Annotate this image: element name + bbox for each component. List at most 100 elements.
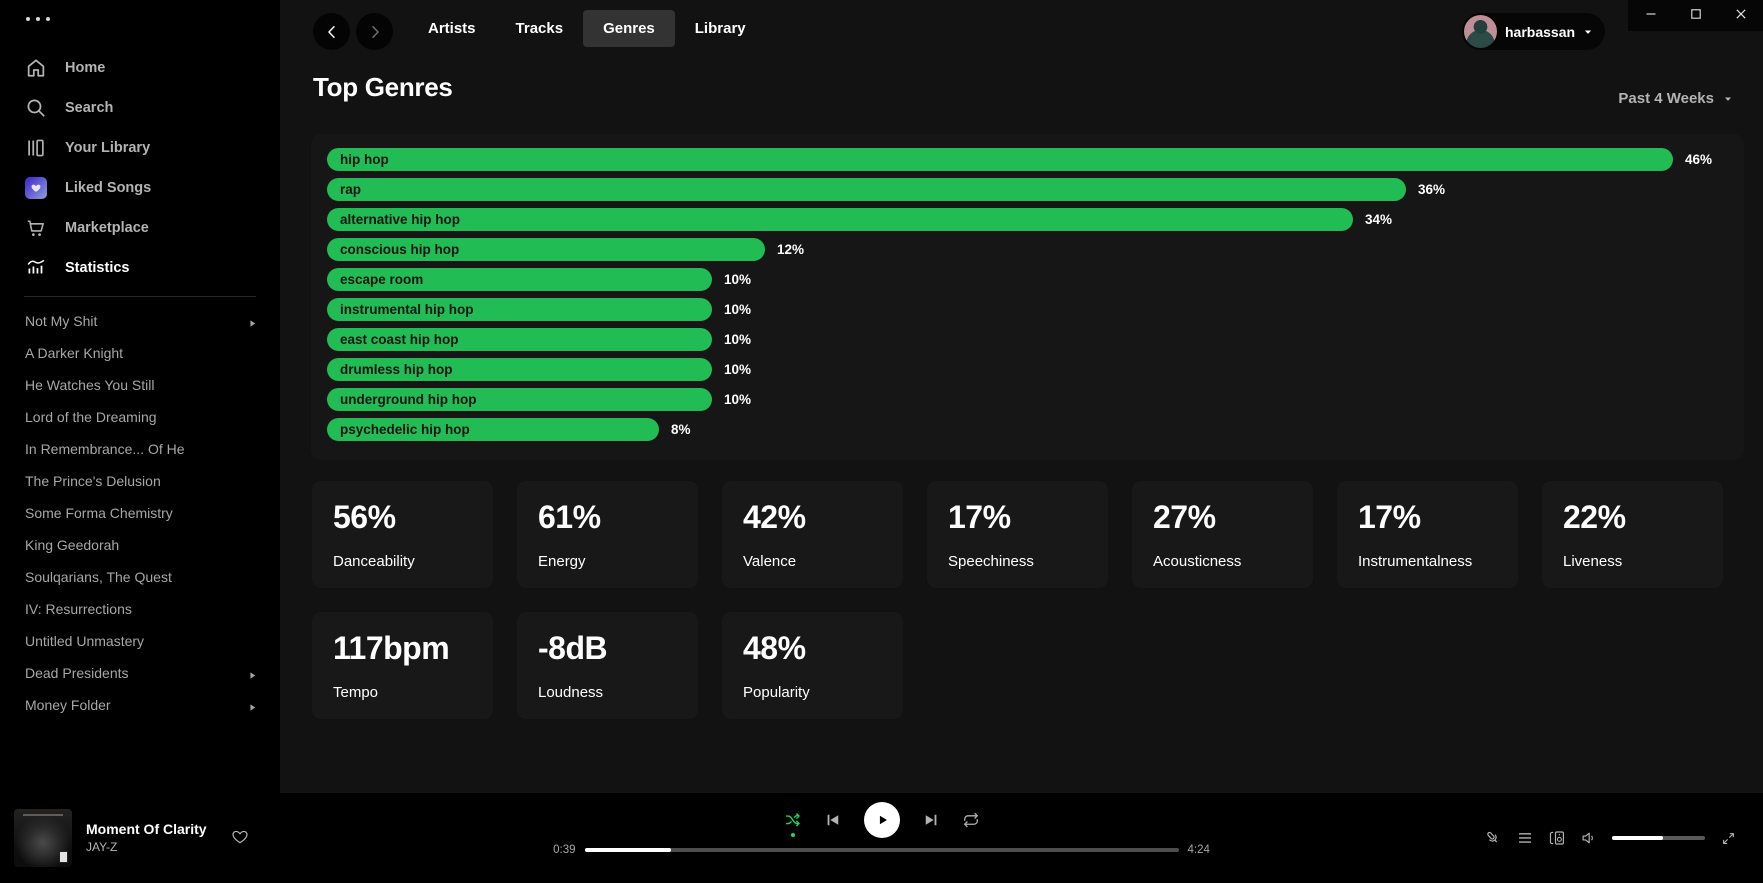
stat-value: 56% (333, 499, 472, 536)
chart-bar-row: hip hop 46% (327, 148, 1728, 171)
now-playing-title[interactable]: Moment Of Clarity (86, 821, 207, 837)
sidebar-item-liked-songs[interactable]: Liked Songs (0, 168, 280, 208)
tab-genres[interactable]: Genres (583, 10, 675, 47)
genre-percent: 46% (1685, 152, 1712, 167)
genre-label: instrumental hip hop (340, 302, 474, 317)
close-button[interactable] (1726, 5, 1756, 27)
tab-artists[interactable]: Artists (408, 10, 496, 47)
minimize-button[interactable] (1636, 5, 1666, 27)
like-track-button[interactable] (231, 828, 249, 846)
repeat-button[interactable] (962, 811, 980, 829)
genres-bar-chart: hip hop 46% rap 36% alternative hip hop34% co… (311, 134, 1744, 460)
sidebar-item-marketplace[interactable]: Marketplace (0, 208, 280, 248)
stat-label: Danceability (333, 553, 472, 570)
stat-value: 48% (743, 630, 882, 667)
playlist-item-untitled-unmastery[interactable]: Untitled Unmastery (0, 625, 280, 657)
genre-bar: hip hop (327, 148, 1673, 171)
genre-bar: rap (327, 178, 1406, 201)
playlist-label: The Prince's Delusion (25, 473, 161, 489)
shuffle-button[interactable] (784, 811, 802, 829)
chart-bar-row: drumless hip hop 10% (327, 358, 1728, 381)
genre-bar: escape room (327, 268, 712, 291)
genre-percent: 36% (1418, 182, 1445, 197)
stat-value: 27% (1153, 499, 1292, 536)
cart-icon (25, 217, 47, 239)
playlist-item-in-remembrance-of-he[interactable]: In Remembrance... Of He (0, 433, 280, 465)
volume-button[interactable] (1580, 829, 1598, 847)
maximize-button[interactable] (1681, 5, 1711, 27)
back-button[interactable] (313, 13, 350, 50)
genre-label: drumless hip hop (340, 362, 453, 377)
heart-icon (231, 828, 249, 846)
now-playing-artist[interactable]: JAY-Z (86, 840, 117, 854)
playlist-item-dead-presidents[interactable]: Dead Presidents (0, 657, 280, 689)
sidebar-item-your-library[interactable]: Your Library (0, 128, 280, 168)
playlist-label: IV: Resurrections (25, 601, 132, 617)
playlist-item-iv-resurrections[interactable]: IV: Resurrections (0, 593, 280, 625)
sidebar-item-home[interactable]: Home (0, 48, 280, 88)
playlist-label: A Darker Knight (25, 345, 123, 361)
time-range-dropdown[interactable]: Past 4 Weeks (1618, 90, 1733, 107)
connect-device-button[interactable] (1548, 829, 1566, 847)
playlist-label: He Watches You Still (25, 377, 154, 393)
user-menu[interactable]: harbassan (1462, 13, 1605, 50)
chart-bar-row: rap 36% (327, 178, 1728, 201)
playlist-item-king-geedorah[interactable]: King Geedorah (0, 529, 280, 561)
playlist-label: Some Forma Chemistry (25, 505, 173, 521)
stat-card-popularity: 48%Popularity (722, 612, 903, 719)
tab-tracks[interactable]: Tracks (496, 10, 584, 47)
genre-percent: 10% (724, 362, 751, 377)
genre-label: psychedelic hip hop (340, 422, 470, 437)
stat-value: 17% (948, 499, 1087, 536)
playlist-item-lord-of-the-dreaming[interactable]: Lord of the Dreaming (0, 401, 280, 433)
genre-label: east coast hip hop (340, 332, 459, 347)
sidebar: HomeSearchYour LibraryLiked SongsMarketp… (0, 0, 280, 793)
queue-button[interactable] (1516, 829, 1534, 847)
stat-label: Energy (538, 553, 677, 570)
stat-value: -8dB (538, 630, 677, 667)
lyrics-mic-button[interactable] (1484, 829, 1502, 847)
chart-bar-row: psychedelic hip hop 8% (327, 418, 1728, 441)
fullscreen-button[interactable] (1719, 829, 1737, 847)
chart-bar-row: underground hip hop10% (327, 388, 1728, 411)
genre-bar: conscious hip hop (327, 238, 765, 261)
playlist-item-not-my-shit[interactable]: Not My Shit (0, 305, 280, 337)
folder-expand-icon (247, 316, 258, 327)
tab-library[interactable]: Library (675, 10, 766, 47)
shuffle-icon (784, 811, 802, 829)
stat-card-valence: 42%Valence (722, 481, 903, 588)
next-button[interactable] (922, 811, 940, 829)
forward-button[interactable] (356, 13, 393, 50)
playlist-item-some-forma-chemistry[interactable]: Some Forma Chemistry (0, 497, 280, 529)
stat-label: Valence (743, 553, 882, 570)
app-menu-icon[interactable] (26, 17, 50, 21)
playlist-item-money-folder[interactable]: Money Folder (0, 689, 280, 721)
volume-slider[interactable] (1612, 836, 1705, 840)
previous-button[interactable] (824, 811, 842, 829)
stat-value: 17% (1358, 499, 1497, 536)
sidebar-item-search[interactable]: Search (0, 88, 280, 128)
sidebar-item-statistics[interactable]: Statistics (0, 248, 280, 288)
genre-label: hip hop (340, 152, 389, 167)
seek-bar[interactable] (585, 848, 1179, 852)
playlist-item-the-prince-s-delusion[interactable]: The Prince's Delusion (0, 465, 280, 497)
play-button[interactable] (864, 802, 900, 838)
stat-value: 117bpm (333, 630, 472, 667)
avatar (1464, 15, 1497, 48)
next-icon (922, 811, 940, 829)
genre-label: rap (340, 182, 361, 197)
genre-percent: 8% (671, 422, 691, 437)
chart-bar-row: instrumental hip hop10% (327, 298, 1728, 321)
genre-percent: 12% (777, 242, 804, 257)
play-icon (873, 811, 891, 829)
playlist-item-he-watches-you-still[interactable]: He Watches You Still (0, 369, 280, 401)
playlist-item-soulqarians-the-quest[interactable]: Soulqarians, The Quest (0, 561, 280, 593)
playlist-item-a-darker-knight[interactable]: A Darker Knight (0, 337, 280, 369)
playlist-label: Not My Shit (25, 313, 97, 329)
window-controls (1628, 0, 1763, 31)
volume-fill (1612, 836, 1663, 840)
chart-bar-row: escape room10% (327, 268, 1728, 291)
genre-bar: drumless hip hop (327, 358, 712, 381)
album-art (14, 809, 72, 867)
chart-bar-row: alternative hip hop34% (327, 208, 1728, 231)
